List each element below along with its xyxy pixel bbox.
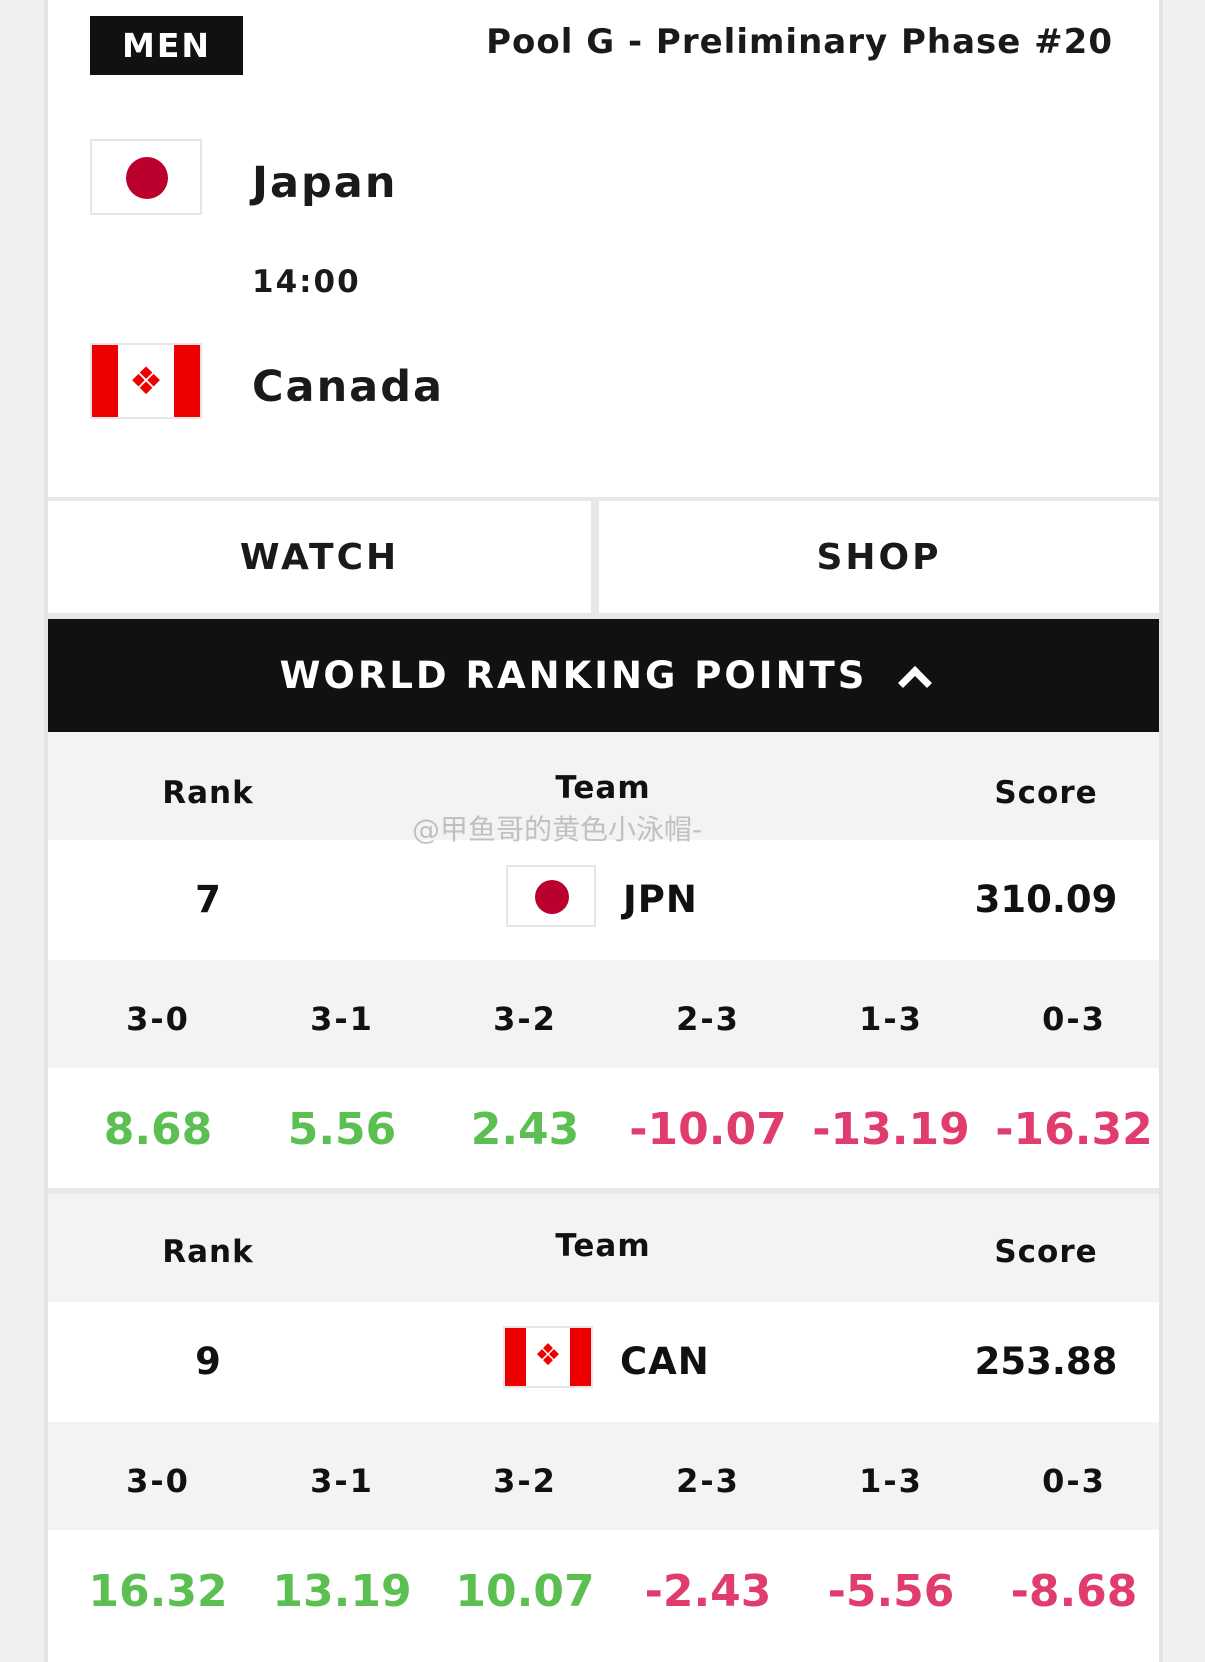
japan-flag-icon xyxy=(90,139,202,215)
team-code: CAN xyxy=(620,1340,710,1383)
result-label: 3-2 xyxy=(493,1462,557,1500)
result-label: 0-3 xyxy=(1042,1000,1106,1038)
shop-button[interactable]: SHOP xyxy=(599,501,1159,613)
result-points-row: 8.68 5.56 2.43 -10.07 -13.19 -16.32 xyxy=(48,1068,1159,1188)
points-value: 16.32 xyxy=(88,1566,228,1617)
points-value: -16.32 xyxy=(995,1104,1153,1155)
match-time: 14:00 xyxy=(252,264,361,300)
japan-flag-icon xyxy=(506,865,596,927)
result-label: 3-1 xyxy=(310,1462,374,1500)
team-rank-row: 9 ❖ CAN 253.88 xyxy=(48,1302,1159,1422)
score-value: 310.09 xyxy=(974,878,1118,921)
rank-column-header: Rank xyxy=(162,1234,254,1270)
points-value: -2.43 xyxy=(644,1566,772,1617)
ranking-header-row: Rank Team Score xyxy=(48,1194,1159,1302)
watermark: @甲鱼哥的黄色小泳帽- xyxy=(412,813,703,846)
result-label: 0-3 xyxy=(1042,1462,1106,1500)
points-value: 5.56 xyxy=(287,1104,397,1155)
team-code: JPN xyxy=(623,878,698,921)
points-value: 2.43 xyxy=(470,1104,580,1155)
result-label: 3-0 xyxy=(126,1462,190,1500)
world-ranking-points-title: WORLD RANKING POINTS xyxy=(279,654,868,697)
team-column-header: Team xyxy=(555,1228,651,1264)
chevron-up-icon xyxy=(898,665,933,700)
watch-button[interactable]: WATCH xyxy=(48,501,591,613)
result-label: 1-3 xyxy=(859,1000,923,1038)
world-ranking-points-toggle[interactable]: WORLD RANKING POINTS xyxy=(48,619,1159,732)
result-labels-row: 3-0 3-1 3-2 2-3 1-3 0-3 xyxy=(48,1422,1159,1530)
result-label: 2-3 xyxy=(676,1462,740,1500)
result-label: 3-2 xyxy=(493,1000,557,1038)
gender-badge: MEN xyxy=(90,16,243,75)
result-label: 2-3 xyxy=(676,1000,740,1038)
score-value: 253.88 xyxy=(974,1340,1118,1383)
rank-column-header: Rank xyxy=(162,775,254,811)
result-label: 3-1 xyxy=(310,1000,374,1038)
team-rank-row: 7 JPN 310.09 xyxy=(48,840,1159,960)
team-column-header: Team xyxy=(555,770,651,806)
points-value: 13.19 xyxy=(272,1566,412,1617)
result-label: 3-0 xyxy=(126,1000,190,1038)
points-value: 10.07 xyxy=(455,1566,595,1617)
points-value: -5.56 xyxy=(827,1566,955,1617)
rank-value: 9 xyxy=(195,1340,221,1383)
points-value: 8.68 xyxy=(103,1104,213,1155)
phase-title: Pool G - Preliminary Phase #20 xyxy=(486,22,1113,62)
points-value: -8.68 xyxy=(1010,1566,1138,1617)
rank-value: 7 xyxy=(195,878,221,921)
result-label: 1-3 xyxy=(859,1462,923,1500)
result-labels-row: 3-0 3-1 3-2 2-3 1-3 0-3 xyxy=(48,960,1159,1068)
points-value: -13.19 xyxy=(812,1104,970,1155)
canada-flag-icon: ❖ xyxy=(90,343,202,419)
away-team-name[interactable]: Canada xyxy=(252,362,444,412)
home-team-name[interactable]: Japan xyxy=(252,158,397,208)
score-column-header: Score xyxy=(994,1234,1098,1270)
result-points-row: 16.32 13.19 10.07 -2.43 -5.56 -8.68 xyxy=(48,1530,1159,1662)
points-value: -10.07 xyxy=(629,1104,787,1155)
canada-flag-icon: ❖ xyxy=(503,1326,593,1388)
score-column-header: Score xyxy=(994,775,1098,811)
